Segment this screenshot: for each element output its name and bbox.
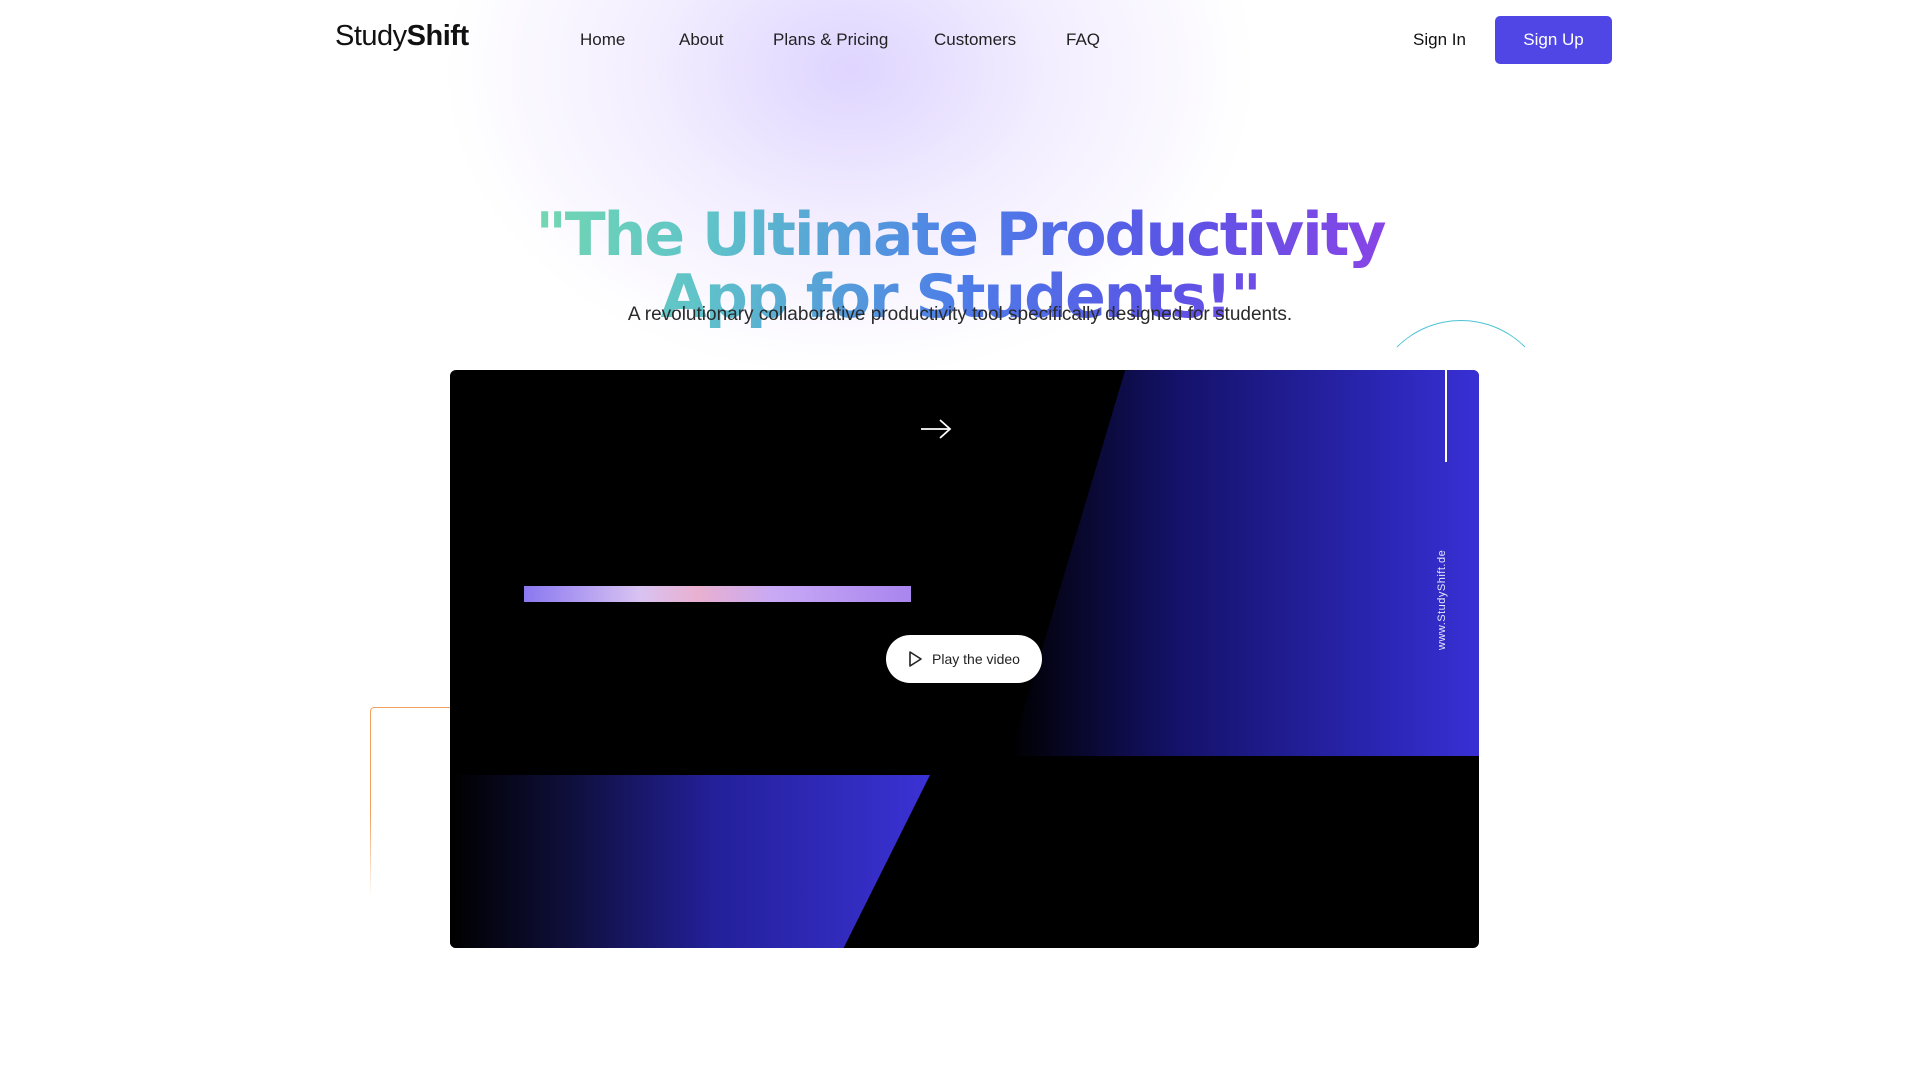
play-icon xyxy=(909,651,922,667)
play-video-button[interactable]: Play the video xyxy=(886,635,1042,683)
nav-customers[interactable]: Customers xyxy=(934,30,1016,50)
nav-plans-pricing[interactable]: Plans & Pricing xyxy=(773,30,888,50)
hero-subtitle: A revolutionary collaborative productivi… xyxy=(627,304,1293,325)
sign-up-button[interactable]: Sign Up xyxy=(1495,16,1612,64)
logo-text-shift: Shift xyxy=(406,20,469,52)
site-header: StudyShift Home About Plans & Pricing Cu… xyxy=(0,0,1920,80)
video-panel-right xyxy=(1010,370,1479,756)
nav-about[interactable]: About xyxy=(679,30,723,50)
logo-text-study: Study xyxy=(335,20,407,52)
sign-in-link[interactable]: Sign In xyxy=(1413,30,1466,50)
play-video-label: Play the video xyxy=(932,651,1020,667)
video-panel-left xyxy=(450,775,930,948)
logo[interactable]: StudyShift xyxy=(335,20,469,53)
video-player[interactable]: www.StudyShift.de Play the video xyxy=(450,370,1479,948)
hero-title-line-1: "The Ultimate Productivity xyxy=(535,200,1385,271)
video-divider-line xyxy=(1445,370,1447,462)
nav-faq[interactable]: FAQ xyxy=(1066,30,1100,50)
video-gradient-bar xyxy=(524,586,911,602)
video-watermark-url: www.StudyShift.de xyxy=(1436,549,1448,650)
arrow-right-icon xyxy=(921,419,952,439)
nav-home[interactable]: Home xyxy=(580,30,625,50)
